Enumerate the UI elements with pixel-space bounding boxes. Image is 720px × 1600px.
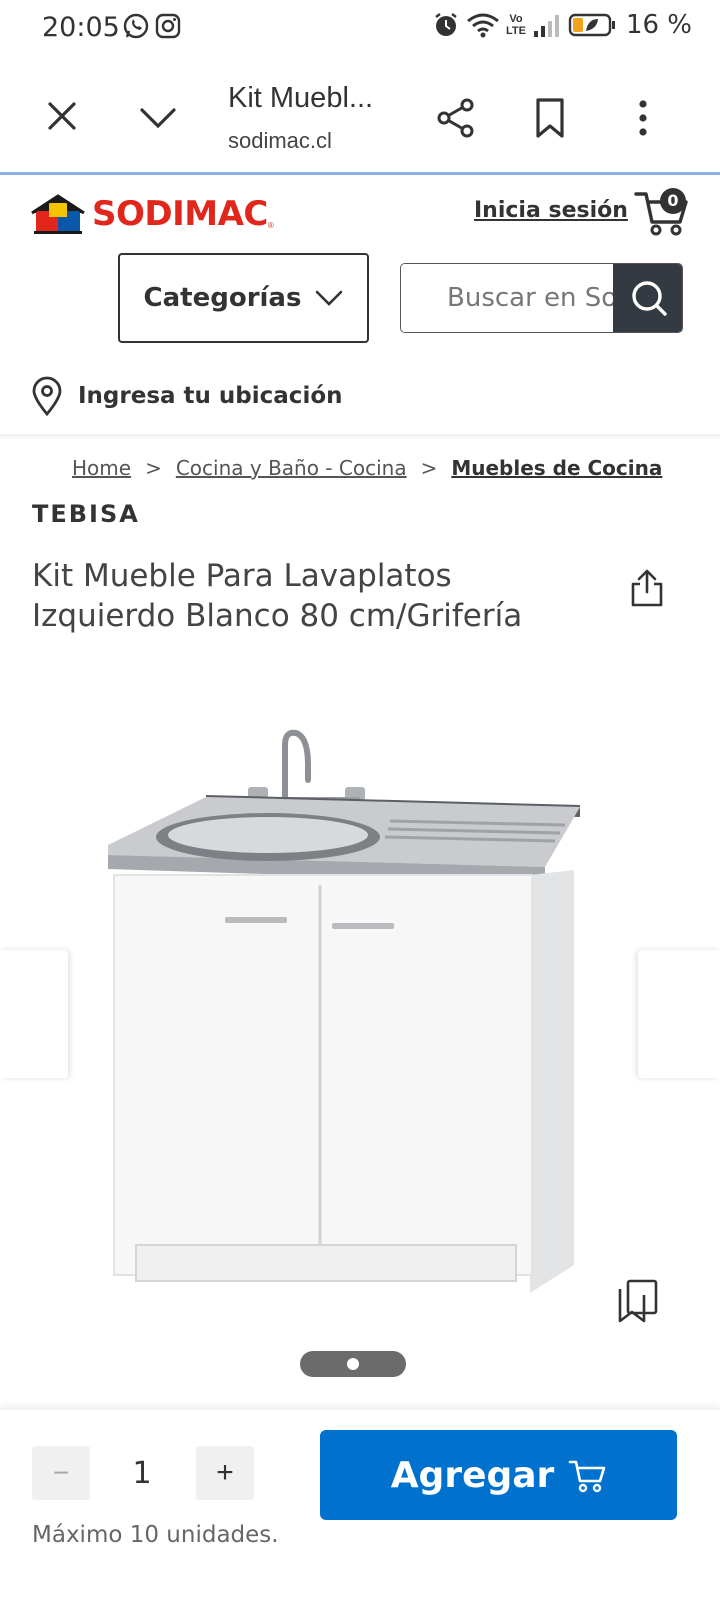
logo-text: SODIMAC (92, 194, 268, 234)
breadcrumb-muebles[interactable]: Muebles de Cocina (451, 456, 662, 480)
cart-icon (569, 1460, 606, 1493)
instagram-icon (155, 13, 181, 39)
search-input[interactable] (401, 264, 613, 332)
signal-icon (533, 15, 559, 37)
page-load-progress (0, 172, 720, 175)
product-image[interactable] (100, 725, 590, 1300)
status-right: Vo LTE 16 % (432, 10, 692, 40)
search-icon (631, 281, 667, 316)
logo-registered-mark: ® (267, 221, 274, 230)
location-pin-icon (32, 376, 62, 416)
breadcrumb-separator: > (420, 456, 438, 480)
chevron-down-icon[interactable] (136, 98, 180, 138)
share-icon[interactable] (628, 568, 666, 608)
close-icon[interactable] (42, 96, 82, 136)
breadcrumb: Home > Cocina y Baño - Cocina > Muebles … (72, 456, 662, 480)
search-button[interactable] (613, 264, 682, 332)
browser-url[interactable]: sodimac.cl (228, 128, 332, 154)
wifi-icon (467, 13, 499, 38)
location-selector[interactable]: Ingresa tu ubicación (30, 376, 343, 416)
categories-button[interactable]: Categorías (118, 253, 369, 343)
breadcrumb-separator: > (145, 456, 162, 480)
house-logo-icon (31, 194, 85, 234)
search-box (400, 263, 683, 333)
compare-icon[interactable] (616, 1278, 660, 1324)
sodimac-logo[interactable]: SODIMAC ® (30, 192, 274, 236)
add-to-cart-button[interactable]: Agregar (320, 1430, 677, 1520)
volte-top: Vo (509, 13, 523, 25)
cart-count-badge: 0 (660, 188, 686, 214)
quantity-max-note: Máximo 10 unidades. (32, 1522, 279, 1548)
product-brand[interactable]: TEBISA (32, 500, 140, 528)
share-icon[interactable] (434, 96, 478, 140)
location-label: Ingresa tu ubicación (78, 383, 343, 409)
bookmark-icon[interactable] (530, 96, 570, 140)
quantity-increase-button[interactable]: + (196, 1446, 254, 1500)
chevron-down-icon (316, 290, 343, 306)
status-time: 20:05 (42, 12, 120, 43)
quantity-decrease-button[interactable]: − (32, 1446, 90, 1500)
more-options-icon[interactable] (626, 96, 660, 140)
alarm-icon (435, 13, 457, 36)
header-divider (0, 434, 720, 440)
purchase-bar: − 1 + Agregar Máximo 10 unidades. (0, 1410, 720, 1600)
battery-percent: 16 % (625, 10, 692, 40)
volte-bottom: LTE (505, 25, 526, 37)
categories-label: Categorías (143, 283, 302, 313)
battery-icon (568, 13, 615, 37)
status-app-icons (122, 12, 182, 40)
add-to-cart-label: Agregar (390, 1454, 555, 1496)
breadcrumb-home[interactable]: Home (72, 456, 131, 480)
browser-toolbar: Kit Muebl... sodimac.cl (0, 56, 720, 175)
breadcrumb-cocina[interactable]: Cocina y Baño - Cocina (176, 456, 407, 480)
status-bar: 20:05 Vo LTE 16 % (0, 0, 720, 56)
gallery-pagination (300, 1351, 406, 1377)
browser-tab-title[interactable]: Kit Muebl... (228, 82, 373, 115)
quantity-value[interactable]: 1 (110, 1456, 174, 1491)
whatsapp-icon (123, 13, 149, 39)
login-link[interactable]: Inicia sesión (474, 198, 628, 223)
gallery-next-button[interactable] (638, 950, 720, 1078)
volte-indicator: Vo LTE (506, 13, 526, 37)
gallery-prev-button[interactable] (0, 950, 68, 1078)
product-title: Kit Mueble Para Lavaplatos Izquierdo Bla… (32, 558, 523, 634)
gallery-pagination-dot[interactable] (347, 1358, 359, 1370)
